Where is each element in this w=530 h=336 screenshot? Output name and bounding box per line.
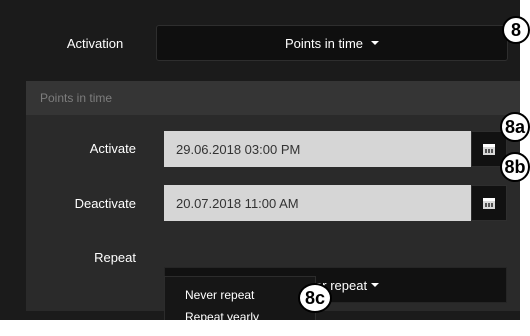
deactivate-label: Deactivate	[74, 196, 136, 211]
activate-date-input[interactable]: 29.06.2018 03:00 PM	[164, 131, 471, 167]
panel-title: Points in time	[26, 81, 520, 115]
callout-8: 8	[502, 16, 530, 44]
caret-down-icon	[371, 41, 380, 45]
repeat-label: Repeat	[94, 250, 136, 265]
calendar-icon	[483, 143, 495, 155]
callout-8a: 8a	[500, 112, 530, 142]
menu-item-repeat-yearly[interactable]: Repeat yearly	[165, 309, 315, 320]
repeat-options-menu: Never repeat Repeat yearly	[164, 276, 316, 320]
caret-down-icon	[371, 283, 380, 287]
activation-settings: Activation Points in time Points in time…	[0, 0, 520, 320]
menu-item-never-repeat[interactable]: Never repeat	[165, 287, 315, 309]
deactivate-date-input[interactable]: 20.07.2018 11:00 AM	[164, 185, 471, 221]
callout-8b: 8b	[500, 152, 530, 182]
activation-dropdown[interactable]: Points in time	[156, 25, 508, 61]
activation-row: Activation Points in time	[0, 0, 520, 70]
calendar-icon	[483, 197, 495, 209]
deactivate-calendar-button[interactable]	[471, 185, 507, 221]
activation-value: Points in time	[284, 35, 364, 51]
activate-label: Activate	[89, 141, 136, 156]
activation-label: Activation	[66, 36, 124, 51]
callout-8c: 8c	[298, 283, 332, 313]
